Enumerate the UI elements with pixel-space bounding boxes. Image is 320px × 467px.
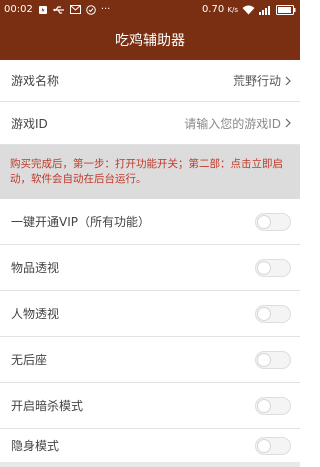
chevron-right-icon: [285, 76, 291, 86]
feature-row-assassin-mode[interactable]: 开启暗杀模式: [0, 383, 300, 429]
game-id-input[interactable]: 请输入您的游戏ID: [184, 115, 291, 132]
game-name-value: 荒野行动: [233, 72, 291, 89]
feature-row-vip[interactable]: 一键开通VIP（所有功能）: [0, 199, 300, 245]
toggle-knob: [257, 438, 271, 453]
feature-label: 物品透视: [11, 261, 60, 275]
clock: 00:02: [4, 4, 33, 15]
more-notifications-icon: ···: [100, 4, 111, 15]
instructions-notice: 购买完成后，第一步：打开功能开关；第二部：点击立即启动，软件会自动在后台运行。: [0, 145, 300, 199]
wifi-icon: [242, 5, 255, 15]
toggle-knob: [257, 398, 271, 413]
feature-label: 开启暗杀模式: [11, 399, 84, 413]
toggle-knob: [257, 260, 271, 275]
status-bar: 00:02 ··· 0.70 K/s: [0, 0, 300, 19]
page-title: 吃鸡辅助器: [115, 32, 185, 49]
game-id-row[interactable]: 游戏ID 请输入您的游戏ID: [0, 102, 300, 145]
notification-icon: [38, 5, 48, 15]
feature-row-item-esp[interactable]: 物品透视: [0, 245, 300, 291]
network-speed: 0.70 K/s: [201, 4, 238, 15]
feature-label: 一键开通VIP（所有功能）: [11, 215, 150, 229]
feature-label: 隐身模式: [11, 439, 60, 453]
app-bar: 吃鸡辅助器: [0, 19, 300, 60]
feature-row-no-recoil[interactable]: 无后座: [0, 337, 300, 383]
toggle-knob: [257, 352, 271, 367]
battery-icon: [276, 4, 296, 15]
game-name-label: 游戏名称: [11, 74, 60, 88]
check-circle-icon: [86, 4, 96, 15]
stealth-mode-toggle[interactable]: [255, 436, 291, 455]
feature-label: 无后座: [11, 353, 48, 367]
game-name-row[interactable]: 游戏名称 荒野行动: [0, 60, 300, 102]
no-recoil-toggle[interactable]: [255, 350, 291, 369]
item-esp-toggle[interactable]: [255, 258, 291, 277]
mail-icon: [69, 5, 81, 14]
game-id-label: 游戏ID: [11, 116, 48, 131]
bottom-divider: [0, 462, 300, 467]
usb-icon: [53, 5, 65, 15]
feature-row-stealth-mode[interactable]: 隐身模式: [0, 429, 300, 462]
feature-row-player-esp[interactable]: 人物透视: [0, 291, 300, 337]
feature-label: 人物透视: [11, 307, 60, 321]
signal-icon: [259, 5, 272, 15]
assassin-mode-toggle[interactable]: [255, 396, 291, 415]
chevron-right-icon: [285, 118, 291, 128]
player-esp-toggle[interactable]: [255, 304, 291, 323]
toggle-knob: [257, 306, 271, 321]
vip-toggle[interactable]: [255, 212, 291, 231]
toggle-knob: [257, 214, 271, 229]
